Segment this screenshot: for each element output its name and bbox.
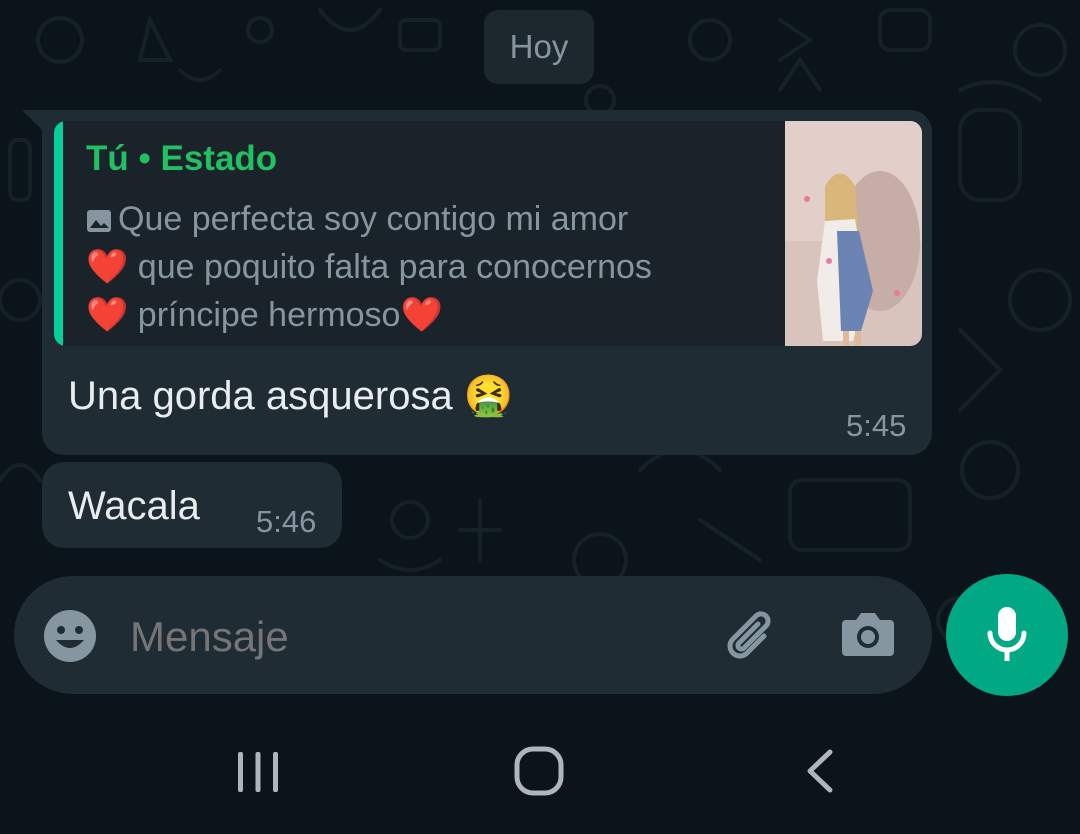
quote-header: Tú • Estado <box>86 139 277 179</box>
bubble-tail <box>22 110 44 132</box>
emoji-icon[interactable] <box>42 608 98 664</box>
message-time: 5:45 <box>846 408 907 443</box>
system-navbar <box>0 710 1080 834</box>
quote-caption-line2: ❤️ que poquito falta para conocernos <box>86 248 652 286</box>
quote-caption-line: Que perfecta soy contigo mi amor <box>86 195 776 243</box>
recents-icon[interactable] <box>234 750 282 794</box>
back-icon[interactable] <box>802 748 838 794</box>
photo-icon <box>87 210 111 232</box>
quoted-status[interactable]: Tú • Estado Que perfecta soy contigo mi … <box>54 121 922 346</box>
quote-caption-line1: Que perfecta soy contigo mi amor <box>118 200 629 238</box>
quote-source: Estado <box>160 139 278 178</box>
voice-record-button[interactable] <box>946 574 1068 696</box>
message-composer <box>14 576 932 694</box>
quote-sender: Tú <box>86 139 129 178</box>
status-thumbnail[interactable] <box>785 121 922 346</box>
chat-screen: Hoy Tú • Estado Que perfecta soy contigo… <box>0 0 1080 834</box>
date-separator: Hoy <box>484 10 594 84</box>
mic-icon <box>987 607 1027 661</box>
paperclip-icon[interactable] <box>722 606 782 666</box>
quote-caption-line3: ❤️ príncipe hermoso❤️ <box>86 296 443 334</box>
message-time: 5:46 <box>256 504 317 539</box>
quote-caption: Que perfecta soy contigo mi amor ❤️ que … <box>86 195 776 339</box>
message-input[interactable] <box>128 612 692 662</box>
camera-icon[interactable] <box>840 608 896 660</box>
quote-accent-bar <box>54 121 63 346</box>
quote-separator: • <box>138 139 151 178</box>
message-text: Una gorda asquerosa 🤮 <box>68 374 514 418</box>
home-icon[interactable] <box>514 746 564 796</box>
message-text: Wacala <box>68 484 200 528</box>
